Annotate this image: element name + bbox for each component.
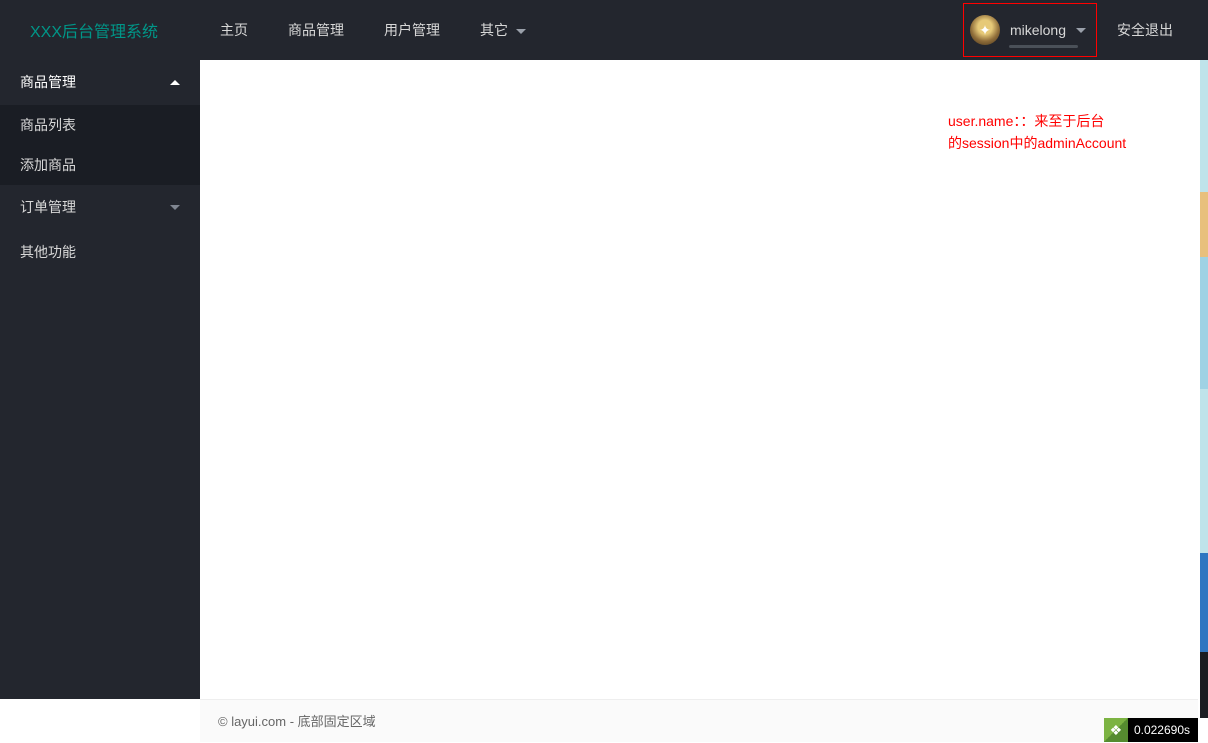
main-content: user.name：：来至于后台 的session中的adminAccount [200,60,1208,699]
sidebar-group-label: 其他功能 [20,230,76,275]
nav-users[interactable]: 用户管理 [364,0,460,60]
sidebar-item-add-product[interactable]: 添加商品 [0,145,200,185]
app-logo[interactable]: XXX后台管理系统 [15,18,200,42]
annotation-line2: 的session中的adminAccount [948,132,1153,154]
nav-products[interactable]: 商品管理 [268,0,364,60]
nav-other-label: 其它 [480,22,508,38]
sidebar-group-other[interactable]: 其他功能 [0,230,200,275]
nav-home[interactable]: 主页 [200,0,268,60]
sidebar-group-products-children: 商品列表 添加商品 [0,105,200,185]
footer: © layui.com - 底部固定区域 [200,699,1198,742]
right-edge-decoration [1200,60,1208,718]
top-header: XXX后台管理系统 主页 商品管理 用户管理 其它 ✦ mikelong 安全退… [0,0,1208,60]
sidebar-group-orders[interactable]: 订单管理 [0,185,200,230]
performance-badge[interactable]: ❖ 0.022690s [1104,718,1198,742]
user-menu[interactable]: ✦ mikelong [963,3,1097,57]
chevron-up-icon [170,80,180,85]
logout-link[interactable]: 安全退出 [1097,20,1193,40]
sidebar: 商品管理 商品列表 添加商品 订单管理 其他功能 [0,60,200,699]
avatar: ✦ [970,15,1000,45]
performance-value: 0.022690s [1134,723,1190,737]
sidebar-group-label: 订单管理 [20,185,76,230]
chevron-down-icon [516,29,526,34]
body: 商品管理 商品列表 添加商品 订单管理 其他功能 user.name：：来至于后… [0,60,1208,699]
nav-other[interactable]: 其它 [460,0,546,60]
username-label: mikelong [1010,22,1066,38]
top-nav: 主页 商品管理 用户管理 其它 [200,0,546,60]
annotation-line1: user.name：：来至于后台 [948,110,1153,132]
chevron-down-icon [1076,28,1086,33]
leaf-icon: ❖ [1104,718,1128,742]
annotation-text: user.name：：来至于后台 的session中的adminAccount [948,110,1153,155]
footer-text: © layui.com - 底部固定区域 [218,714,376,729]
user-menu-underline [1009,45,1078,48]
sidebar-group-products[interactable]: 商品管理 [0,60,200,105]
chevron-down-icon [170,205,180,210]
sidebar-group-label: 商品管理 [20,60,76,105]
sidebar-item-product-list[interactable]: 商品列表 [0,105,200,145]
